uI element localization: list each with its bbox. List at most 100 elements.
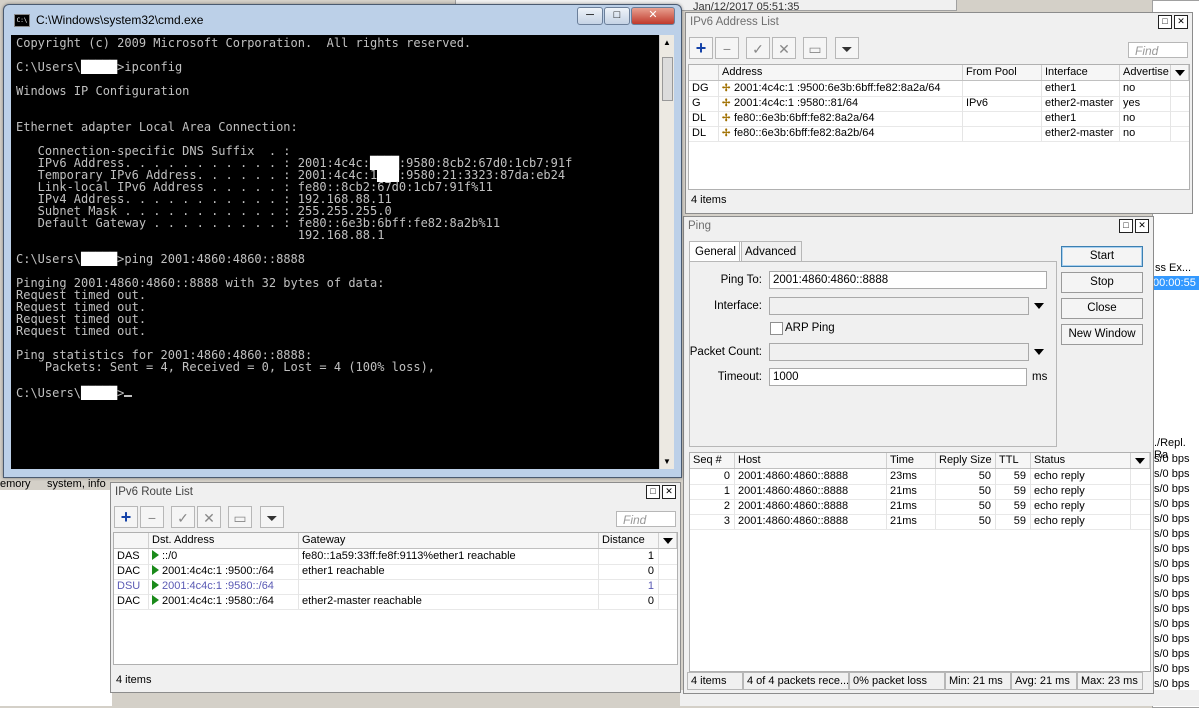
column-header-interface[interactable]: Interface [1042,65,1120,80]
scroll-up-icon[interactable]: ▲ [663,38,671,47]
columns-menu-button[interactable] [1171,65,1189,80]
column-header-gateway[interactable]: Gateway [299,533,599,548]
console-command-text: > [117,386,125,400]
table-row[interactable]: DAC 2001:4c4c:1 :9580::/64 ether2-master r… [114,594,677,610]
columns-menu-button[interactable] [1131,453,1150,468]
disable-button[interactable]: ✕ [772,37,796,59]
address-text: 2001:4c4c:1 :9580::81/64 [734,97,859,109]
find-input[interactable]: Find [1128,42,1188,58]
rate-value: s/0 bps [1154,648,1190,660]
table-row[interactable]: DG ✢ 2001:4c4c:1 :9500:6e3b:6bff:fe82:8a2a… [689,81,1189,97]
rate-value: s/0 bps [1154,468,1190,480]
add-button[interactable]: + [114,506,138,528]
window-title: IPv6 Address List [686,13,1192,31]
address-text: 2001:4c4c:1 :9500:6e3b:6bff:fe82:8a2a/64 [734,82,941,94]
remove-button[interactable]: − [140,506,164,528]
column-header-ttl[interactable]: TTL [996,453,1031,468]
rate-value: s/0 bps [1154,663,1190,675]
ttl-cell: 59 [996,484,1031,499]
table-row[interactable]: DSU 2001:4c4c:1 :9580::/64 1 [114,579,677,595]
comment-button[interactable]: ▭ [803,37,827,59]
interface-cell: ether1 [1042,111,1120,126]
address-cell: ✢ fe80::6e3b:6bff:fe82:8a2b/64 [719,126,963,141]
table-row[interactable]: 1 2001:4860:4860::8888 21ms 50 59 echo reply [690,484,1150,500]
column-header-status[interactable]: Status [1031,453,1131,468]
close-button[interactable]: ✕ [662,485,676,499]
table-row[interactable]: DAC 2001:4c4c:1 :9500::/64 ether1 reachabl… [114,564,677,580]
columns-menu-button[interactable] [659,533,677,548]
column-header-dst-address[interactable]: Dst. Address [149,533,299,548]
interface-select[interactable] [769,297,1029,315]
packet-count-select[interactable] [769,343,1029,361]
comment-button[interactable]: ▭ [228,506,252,528]
maximize-button[interactable]: □ [646,485,660,499]
column-header-seq[interactable]: Seq # [690,453,735,468]
timeout-input[interactable]: 1000 [769,368,1027,386]
disable-button[interactable]: ✕ [197,506,221,528]
arp-ping-checkbox[interactable] [770,322,783,335]
table-row[interactable]: 3 2001:4860:4860::8888 21ms 50 59 echo reply [690,514,1150,530]
enable-button[interactable]: ✓ [171,506,195,528]
close-button[interactable]: ✕ [1174,15,1188,29]
console-output[interactable]: Copyright (c) 2009 Microsoft Corporation… [11,35,659,469]
interface-cell: ether1 [1042,81,1120,96]
table-row[interactable]: DAS::/0 fe80::1a59:33ff:fe8f:9113%ether1 … [114,549,677,565]
packet-count-dropdown-icon[interactable] [1034,349,1044,355]
console-line: Copyright (c) 2009 Microsoft Corporation… [16,36,472,50]
start-button[interactable]: Start [1061,246,1143,267]
console-line: Ethernet adapter Local Area Connection: [16,120,298,134]
background-label-system: system, info [47,478,106,490]
address-table: Address From Pool Interface Advertise DG… [688,64,1190,190]
status-bar-field: Min: 21 ms [945,672,1011,690]
maximize-button[interactable]: □ [604,7,630,25]
dst-address-text: 2001:4c4c:1 :9500::/64 [162,565,274,577]
host-cell: 2001:4860:4860::8888 [735,484,887,499]
console-command-text: >ping 2001:4860:4860::8888 [117,252,305,266]
add-button[interactable]: + [689,37,713,59]
tab-advanced[interactable]: Advanced [739,241,803,261]
maximize-button[interactable]: □ [1158,15,1172,29]
find-input[interactable]: Find [616,511,676,527]
column-header-distance[interactable]: Distance [599,533,659,548]
stop-button[interactable]: Stop [1061,272,1143,293]
background-bottom-panel [0,490,112,706]
route-icon [152,580,159,590]
close-button[interactable]: ✕ [1135,219,1149,233]
dst-address-cell: 2001:4c4c:1 :9500::/64 [149,564,299,579]
close-dialog-button[interactable]: Close [1061,298,1143,319]
ping-to-input[interactable]: 2001:4860:4860::8888 [769,271,1047,289]
table-row[interactable]: G ✢ 2001:4c4c:1 :9580::81/64 IPv6 ether2-mas… [689,96,1189,112]
column-header-reply-size[interactable]: Reply Size [936,453,996,468]
interface-dropdown-icon[interactable] [1034,303,1044,309]
filter-button[interactable]: ⏷ [260,506,284,528]
column-header-address[interactable]: Address [719,65,963,80]
column-header-host[interactable]: Host [735,453,887,468]
column-header-advertise[interactable]: Advertise [1120,65,1171,80]
new-window-button[interactable]: New Window [1061,324,1143,345]
time-cell: 21ms [887,499,936,514]
maximize-button[interactable]: □ [1119,219,1133,233]
gateway-cell: ether1 reachable [299,564,599,579]
column-header-from-pool[interactable]: From Pool [963,65,1042,80]
status-bar-field: 4 items [687,672,743,690]
scroll-down-icon[interactable]: ▼ [663,457,671,466]
table-row[interactable]: 2 2001:4860:4860::8888 21ms 50 59 echo reply [690,499,1150,515]
scroll-thumb[interactable] [662,57,673,101]
minimize-button[interactable]: ─ [577,7,603,25]
from-pool-cell: IPv6 [963,96,1042,111]
remove-button[interactable]: − [715,37,739,59]
chevron-down-icon [1175,70,1185,76]
ipv6-address-list-window: IPv6 Address List □ ✕ + − ✓ ✕ ▭ ⏷ Find A… [685,12,1193,214]
background-selected-value: 00:00:55 [1153,277,1196,289]
table-row[interactable]: 0 2001:4860:4860::8888 23ms 50 59 echo reply [690,469,1150,485]
close-button[interactable]: ✕ [631,7,675,25]
enable-button[interactable]: ✓ [746,37,770,59]
tab-general[interactable]: General [689,241,742,261]
table-row[interactable]: DL ✢ fe80::6e3b:6bff:fe82:8a2a/64 ether1 no [689,111,1189,127]
column-header-time[interactable]: Time [887,453,936,468]
table-row[interactable]: DL ✢ fe80::6e3b:6bff:fe82:8a2b/64 ether2-ma… [689,126,1189,142]
console-command-text: >ipconfig [117,60,183,74]
vertical-scrollbar[interactable]: ▲ ▼ [659,35,674,469]
filter-button[interactable]: ⏷ [835,37,859,59]
